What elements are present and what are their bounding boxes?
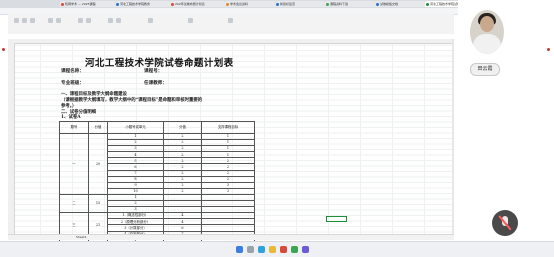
document-title: 河北工程技术学院试卷命题计划表 [85, 58, 234, 69]
column-header: 小题号或单元 [107, 121, 164, 134]
table-header-row: 题号 分值 小题号或单元 分值 支撑课程目标 [59, 121, 255, 134]
sheet-tab-bar: Sheet1 [8, 234, 454, 240]
app-icon[interactable] [291, 246, 298, 253]
toolbar-button-icon[interactable] [148, 18, 153, 23]
score-table: 题号 分值 小题号或单元 分值 支撑课程目标 一 20 121 221 321 … [59, 121, 255, 250]
question-score: 15 [88, 193, 108, 214]
mic-muted-icon[interactable] [492, 210, 518, 236]
participant-name-badge[interactable]: 田云霞 [470, 63, 500, 76]
taskbar [0, 241, 554, 257]
start-icon[interactable] [236, 246, 243, 253]
tab-favicon-icon [171, 2, 174, 6]
major-class-label: 专业班级： [61, 81, 84, 86]
question-number: 二 [59, 193, 89, 214]
search-icon[interactable] [247, 246, 254, 253]
vertical-scrollbar[interactable] [452, 39, 454, 234]
toolbar-button-icon[interactable] [86, 18, 91, 23]
column-header: 分值 [88, 121, 108, 134]
tab-favicon-icon [326, 2, 329, 6]
toolbar-button-icon[interactable] [30, 18, 35, 23]
ribbon-toolbar [8, 14, 454, 35]
column-header-bar [8, 39, 454, 44]
course-name-label: 课程名称： [61, 69, 84, 74]
tab-favicon-icon [426, 2, 429, 6]
toolbar-button-icon[interactable] [22, 18, 27, 23]
selected-cell[interactable] [326, 216, 347, 222]
wps-icon[interactable] [280, 246, 287, 253]
tab-favicon-icon [116, 2, 119, 6]
browser-tab[interactable]: 河北工程技术学院教务 [115, 1, 170, 7]
browser-tab[interactable]: 新建标签页 [275, 1, 325, 7]
toolbar-button-icon[interactable] [14, 18, 19, 23]
participant-video [470, 10, 504, 54]
column-header: 支撑课程目标 [201, 121, 255, 134]
question-number: 一 [59, 133, 89, 195]
tab-favicon-icon [226, 2, 229, 6]
toolbar-button-icon[interactable] [48, 18, 53, 23]
browser-tab[interactable]: 课程资料下载 [325, 1, 375, 7]
toolbar-button-icon[interactable] [78, 18, 83, 23]
column-header: 题号 [59, 121, 89, 134]
row-header-bar [8, 43, 15, 234]
browser-icon[interactable] [258, 246, 265, 253]
toolbar-button-icon[interactable] [116, 18, 121, 23]
course-code-label: 课程号： [144, 69, 163, 74]
toolbar-button-icon[interactable] [188, 18, 193, 23]
teacher-label: 任课教师： [144, 81, 167, 86]
toolbar-button-icon[interactable] [108, 18, 113, 23]
section-1-note: （请根据教学大纲填写，教学大纲中的“课程目标”是命题和审核时重要的 [61, 98, 203, 103]
question-score: 20 [88, 133, 108, 195]
tab-favicon-icon [61, 2, 64, 6]
recording-dot-icon [2, 48, 5, 51]
browser-tab[interactable]: 学术会议资料 [225, 1, 275, 7]
folder-icon[interactable] [269, 246, 276, 253]
browser-tab[interactable]: 202年试卷命题计划表 [170, 1, 225, 7]
recording-dot-icon [547, 48, 550, 51]
tab-favicon-icon [376, 2, 379, 6]
sheet-tab[interactable]: Sheet1 [76, 235, 87, 239]
section-2-sub: 1、试卷A [61, 115, 81, 120]
app-icon[interactable] [302, 246, 309, 253]
toolbar-button-icon[interactable] [228, 18, 233, 23]
browser-tab[interactable]: 知网学术 — 2025课程 [60, 1, 115, 7]
toolbar-button-icon[interactable] [56, 18, 61, 23]
column-header: 分值 [163, 121, 202, 134]
browser-tab[interactable]: 试卷模板文档 [375, 1, 425, 7]
tab-favicon-icon [276, 2, 279, 6]
